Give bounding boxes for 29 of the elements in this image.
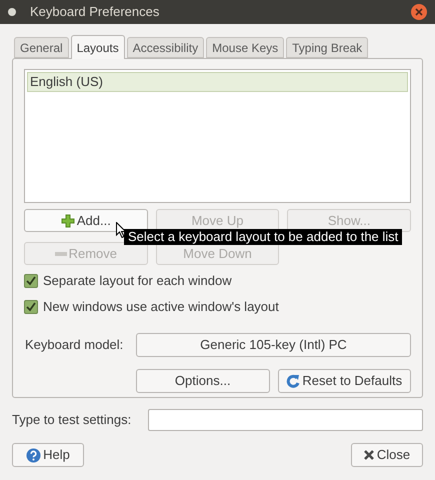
checkbox-label: New windows use active window's layout — [43, 298, 279, 316]
layout-button[interactable]: Add... — [24, 209, 148, 232]
window-menu-icon[interactable] — [8, 8, 16, 16]
checkbox[interactable] — [24, 274, 38, 288]
reset-button[interactable]: Reset to Defaults — [278, 369, 411, 393]
tab[interactable]: Layouts — [70, 35, 125, 59]
window-title: Keyboard Preferences — [30, 3, 160, 22]
mouse-cursor-icon — [116, 222, 126, 238]
test-input-field[interactable] — [148, 409, 423, 431]
tab[interactable]: Accessibility — [126, 37, 204, 58]
keyboard-model-button[interactable]: Generic 105-key (Intl) PC — [136, 333, 411, 357]
help-icon — [26, 448, 42, 462]
tooltip: Select a keyboard layout to be added to the list — [124, 229, 402, 245]
tab[interactable]: Mouse Keys — [206, 37, 284, 58]
close-icon — [364, 450, 374, 460]
layout-list-item[interactable]: English (US) — [27, 72, 408, 92]
checkbox-label: Separate layout for each window — [43, 272, 232, 290]
refresh-icon — [286, 374, 300, 388]
checkbox[interactable] — [24, 300, 38, 314]
close-window-icon[interactable] — [411, 4, 427, 20]
plus-icon — [60, 214, 75, 228]
help-button[interactable]: Help — [12, 443, 84, 467]
tab[interactable]: Typing Break — [286, 37, 368, 58]
test-field-label: Type to test settings: — [12, 411, 132, 430]
close-button[interactable]: Close — [351, 443, 423, 467]
tab[interactable]: General — [14, 37, 69, 58]
keyboard-model-label: Keyboard model: — [24, 336, 124, 354]
minus-icon — [54, 252, 67, 256]
options-button[interactable]: Options... — [136, 369, 270, 393]
